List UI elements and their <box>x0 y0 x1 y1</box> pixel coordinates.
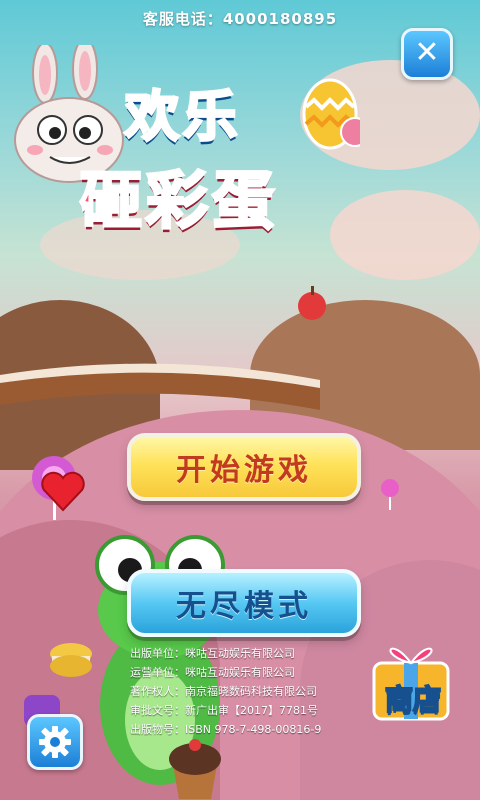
shop-label: 商店 <box>384 682 442 717</box>
game-main-menu: 客服电话：4000180895 ✕ 欢乐 砸彩蛋 开始游戏 无尽模式 出版单位：… <box>0 0 480 800</box>
small-lollipop-icon <box>381 479 399 510</box>
customer-service-hotline: 客服电话：4000180895 <box>142 10 338 28</box>
cloud <box>330 190 480 280</box>
publishing-credits: 出版单位：咪咕互动娱乐有限公司 运营单位：咪咕互动娱乐有限公司 著作权人：南京福… <box>130 644 321 739</box>
colored-egg-icon <box>302 78 360 150</box>
start-game-button[interactable]: 开始游戏 <box>127 433 361 501</box>
title-line-1: 欢乐 <box>124 84 241 150</box>
apple-on-hill <box>298 286 326 320</box>
settings-button[interactable] <box>27 714 83 770</box>
cupcake-icon <box>169 739 221 799</box>
credit-operator: 运营单位：咪咕互动娱乐有限公司 <box>130 666 295 679</box>
credit-approval-number: 审批文号：新广出审【2017】7781号 <box>130 704 318 717</box>
gear-icon <box>39 726 71 758</box>
title-line-2: 砸彩蛋 <box>78 163 279 239</box>
credit-copyright-holder: 著作权人：南京福晓数码科技有限公司 <box>130 685 317 698</box>
credit-publication-number: 出版物号：ISBN 978-7-498-00816-9 <box>130 723 322 736</box>
wafer-bridge <box>0 363 320 410</box>
macaron-icon <box>50 643 92 677</box>
endless-mode-button[interactable]: 无尽模式 <box>127 569 361 637</box>
heart-candy-icon <box>41 471 85 512</box>
credit-publisher: 出版单位：咪咕互动娱乐有限公司 <box>130 647 295 660</box>
close-icon: ✕ <box>414 35 440 70</box>
close-button[interactable]: ✕ <box>401 28 453 80</box>
